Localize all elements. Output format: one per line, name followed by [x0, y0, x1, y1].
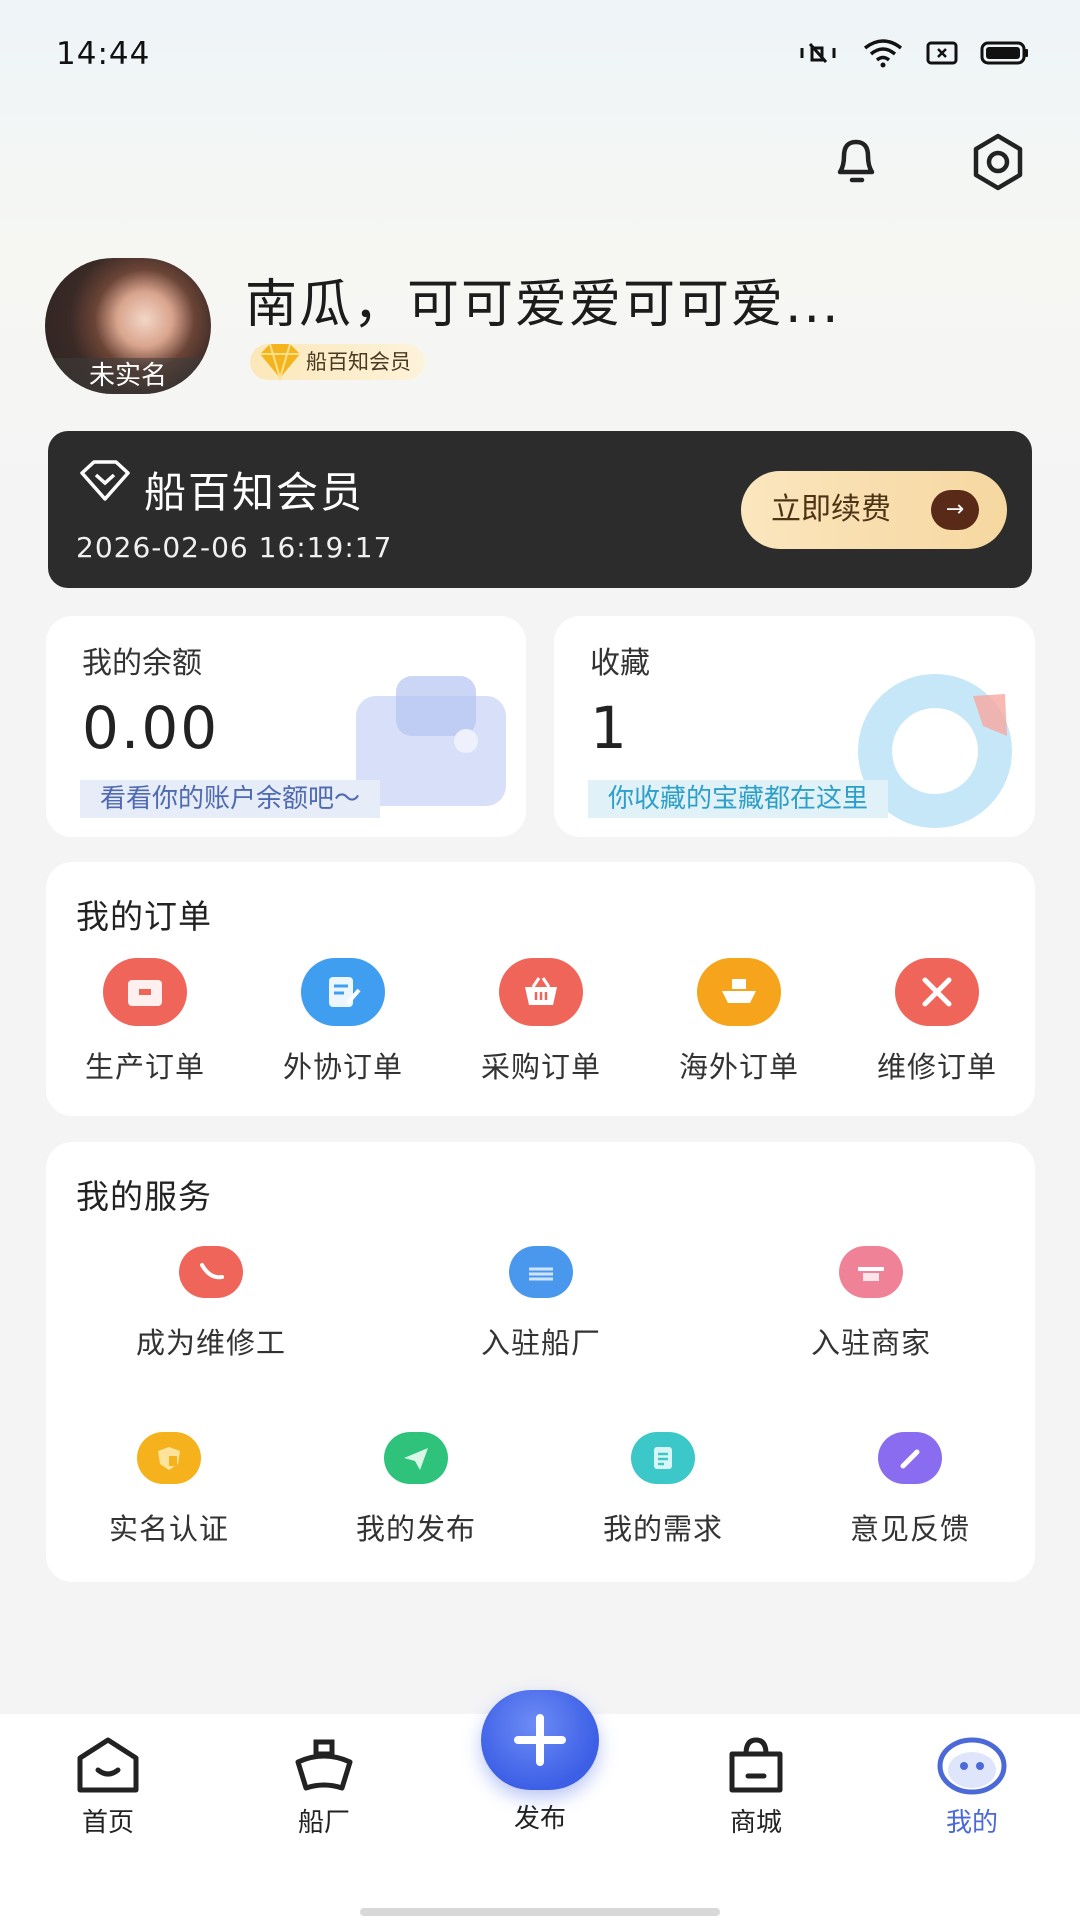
status-icons: [796, 38, 1030, 68]
tab-shipyard[interactable]: 船厂: [259, 1736, 389, 1839]
order-label: 外协订单: [282, 1050, 403, 1084]
home-indicator: [360, 1908, 720, 1916]
balance-card[interactable]: 我的余额 0.00 看看你的账户余额吧～: [46, 616, 526, 837]
favorites-value: 1: [590, 694, 629, 762]
favorites-label: 收藏: [590, 646, 650, 681]
service-label: 我的发布: [355, 1512, 476, 1546]
service-my-posts[interactable]: 我的发布: [301, 1432, 531, 1548]
ship-icon: [697, 958, 781, 1026]
arrow-right-icon: →: [931, 490, 979, 530]
order-overseas[interactable]: 海外订单: [640, 958, 838, 1086]
vip-card-title: 船百知会员: [144, 468, 365, 517]
shipyard-icon: [509, 1246, 573, 1298]
services-title: 我的服务: [76, 1177, 212, 1216]
vip-card[interactable]: 船百知会员 2026-02-06 16:19:17 立即续费 →: [48, 431, 1032, 588]
service-label: 成为维修工: [135, 1326, 286, 1360]
avatar-verify-tag: 未实名: [45, 358, 211, 394]
order-production[interactable]: 生产订单: [46, 958, 244, 1086]
bell-icon: [837, 139, 875, 183]
shopping-bag-icon: [729, 1737, 783, 1793]
tools-icon: [895, 958, 979, 1026]
tab-mine[interactable]: 我的: [907, 1736, 1037, 1839]
plus-icon: [514, 1714, 566, 1766]
document-icon: [631, 1432, 695, 1484]
service-join-merchant[interactable]: 入驻商家: [756, 1246, 986, 1362]
order-label: 维修订单: [876, 1050, 997, 1084]
tab-label: 首页: [81, 1808, 134, 1838]
service-join-shipyard[interactable]: 入驻船厂: [426, 1246, 656, 1362]
shield-icon: [137, 1432, 201, 1484]
favorites-hint: 你收藏的宝藏都在这里: [588, 780, 889, 818]
order-purchase[interactable]: 采购订单: [442, 958, 640, 1086]
gear-icon: [973, 133, 1023, 191]
service-feedback[interactable]: 意见反馈: [795, 1432, 1025, 1548]
tab-label: 我的: [945, 1808, 998, 1838]
settings-button[interactable]: [968, 132, 1028, 192]
order-repair[interactable]: 维修订单: [838, 958, 1036, 1086]
tab-label: 商城: [729, 1808, 782, 1838]
service-real-name[interactable]: 实名认证: [54, 1432, 284, 1548]
status-bar: 14:44: [0, 0, 1080, 100]
user-name: 南瓜，可可爱爱可可爱...: [245, 275, 841, 335]
renew-button[interactable]: 立即续费 →: [741, 471, 1007, 549]
service-my-needs[interactable]: 我的需求: [548, 1432, 778, 1548]
balance-label: 我的余额: [82, 646, 202, 681]
sim-card-icon: [926, 41, 958, 65]
orders-title: 我的订单: [76, 897, 212, 936]
balance-hint: 看看你的账户余额吧～: [80, 780, 381, 818]
service-label: 实名认证: [108, 1512, 229, 1546]
renew-button-label: 立即续费: [771, 492, 891, 527]
ship-icon: [295, 1739, 353, 1791]
member-badge-label: 船百知会员: [306, 350, 411, 374]
order-label: 采购订单: [480, 1050, 601, 1084]
profile-face-icon: [937, 1737, 1007, 1795]
order-label: 生产订单: [84, 1050, 205, 1084]
service-label: 意见反馈: [849, 1512, 970, 1546]
tab-label: 船厂: [297, 1808, 350, 1838]
order-label: 海外订单: [678, 1050, 799, 1084]
store-icon: [839, 1246, 903, 1298]
orders-section: 我的订单 生产订单 外协订单 采购订单 海外订单 维修订单: [46, 862, 1035, 1116]
favorites-card[interactable]: 收藏 1 你收藏的宝藏都在这里: [554, 616, 1035, 837]
box-icon: [103, 958, 187, 1026]
member-badge: 船百知会员: [250, 343, 425, 382]
battery-icon: [980, 41, 1028, 65]
pencil-icon: [878, 1432, 942, 1484]
wifi-icon: [863, 39, 903, 68]
publish-button[interactable]: [481, 1690, 599, 1790]
service-label: 我的需求: [602, 1512, 723, 1546]
tab-label: 发布: [513, 1804, 566, 1834]
home-icon: [77, 1737, 139, 1793]
service-label: 入驻商家: [810, 1326, 931, 1360]
paper-plane-icon: [384, 1432, 448, 1484]
notification-bell-button[interactable]: [826, 132, 886, 192]
basket-icon: [499, 958, 583, 1026]
balance-value: 0.00: [82, 694, 220, 762]
status-time: 14:44: [56, 36, 151, 72]
edit-doc-icon: [301, 958, 385, 1026]
services-section: 我的服务 成为维修工 入驻船厂 入驻商家 实名认证 我的发布 我的需求 意见反馈: [46, 1142, 1035, 1582]
vibrate-mute-icon: [800, 43, 836, 63]
avatar[interactable]: 未实名: [45, 258, 211, 394]
service-become-repairer[interactable]: 成为维修工: [96, 1246, 326, 1362]
wrench-icon: [179, 1246, 243, 1298]
service-label: 入驻船厂: [480, 1326, 601, 1360]
diamond-outline-icon: [80, 460, 130, 501]
tab-mall[interactable]: 商城: [691, 1736, 821, 1839]
vip-expire-time: 2026-02-06 16:19:17: [76, 531, 393, 564]
tab-publish-label-wrap[interactable]: 发布: [475, 1796, 605, 1835]
tab-home[interactable]: 首页: [43, 1736, 173, 1839]
diamond-icon: [260, 343, 300, 382]
order-outsource[interactable]: 外协订单: [244, 958, 442, 1086]
